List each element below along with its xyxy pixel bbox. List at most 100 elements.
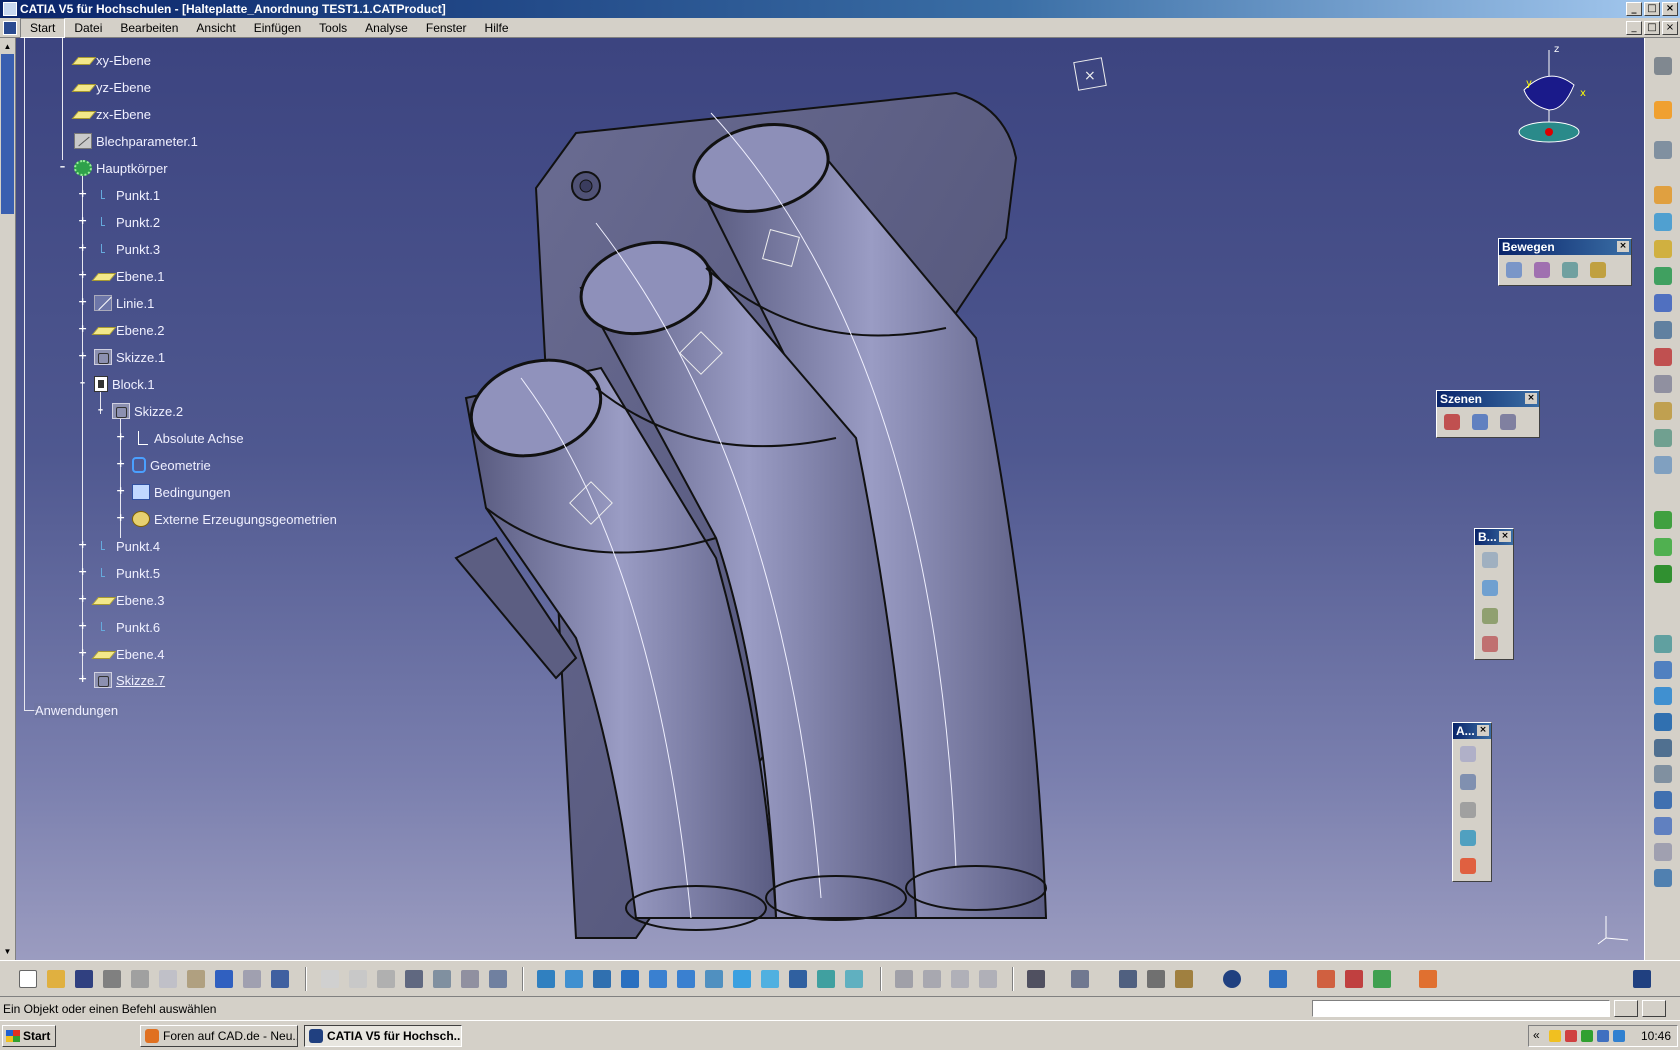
close-icon[interactable]: ×	[1499, 531, 1511, 542]
pan-icon[interactable]	[1502, 258, 1526, 282]
tree-node-applications[interactable]: Anwendungen	[34, 699, 120, 721]
tree-node-line-1[interactable]: Linie.1	[94, 292, 155, 314]
offset-icon[interactable]	[1651, 562, 1675, 586]
expand-icon[interactable]: +	[78, 188, 87, 199]
tree-node-external-geometry[interactable]: Externe Erzeugungsgeometrien	[132, 508, 338, 530]
menu-datei[interactable]: Datei	[65, 18, 111, 38]
coincidence-icon[interactable]	[1651, 508, 1675, 532]
menu-ansicht[interactable]: Ansicht	[187, 18, 244, 38]
new-component-icon[interactable]	[1651, 183, 1675, 207]
fly-mode-icon[interactable]	[534, 967, 558, 991]
multi-instantiation-icon[interactable]	[1651, 399, 1675, 423]
rotate-icon[interactable]	[1530, 258, 1554, 282]
normal-view-icon[interactable]	[702, 967, 726, 991]
fast-multi-instantiation-icon[interactable]	[1651, 426, 1675, 450]
compass-icon[interactable]: z y x	[1504, 40, 1594, 150]
tree-node-point-6[interactable]: Punkt.6	[94, 616, 161, 638]
tree-node-absolute-axis[interactable]: Absolute Achse	[132, 427, 245, 449]
update-all-icon[interactable]	[892, 967, 916, 991]
open-icon[interactable]	[44, 967, 68, 991]
help-icon[interactable]	[268, 967, 292, 991]
task-firefox[interactable]: Foren auf CAD.de - Neu...	[140, 1025, 298, 1047]
expand-icon[interactable]: +	[116, 485, 125, 496]
start-button[interactable]: Start	[2, 1025, 56, 1047]
reuse-pattern-icon[interactable]	[1651, 840, 1675, 864]
task-catia[interactable]: CATIA V5 für Hochsch...	[304, 1025, 462, 1047]
tree-node-plane-2[interactable]: Ebene.2	[94, 319, 165, 341]
grid-icon[interactable]	[1416, 967, 1440, 991]
menu-start[interactable]: Start	[20, 18, 66, 38]
doc-close-button[interactable]: ×	[1662, 21, 1678, 35]
tray-sun-icon[interactable]	[1549, 1030, 1561, 1042]
multi-view-icon[interactable]	[730, 967, 754, 991]
expand-icon[interactable]: +	[78, 350, 87, 361]
tray-display-icon[interactable]	[1613, 1030, 1625, 1042]
pattern-icon[interactable]	[1651, 866, 1675, 890]
constraint-icon[interactable]	[1651, 453, 1675, 477]
tree-node-yz-plane[interactable]: yz-Ebene	[74, 76, 152, 98]
tree-node-point-2[interactable]: Punkt.2	[94, 211, 161, 233]
3d-annotation-icon[interactable]	[1456, 826, 1480, 850]
replace-component-icon[interactable]	[1651, 291, 1675, 315]
save-icon[interactable]	[72, 967, 96, 991]
clock[interactable]: 10:46	[1641, 1029, 1671, 1043]
close-icon[interactable]: ×	[1617, 241, 1629, 252]
toolbar-szenen-title[interactable]: Szenen ×	[1437, 391, 1539, 407]
expand-icon[interactable]: +	[78, 539, 87, 550]
tree-node-point-3[interactable]: Punkt.3	[94, 238, 161, 260]
material-icon[interactable]	[1342, 967, 1366, 991]
toolbar-bewegen-title[interactable]: Bewegen ×	[1499, 239, 1631, 255]
menu-bearbeiten[interactable]: Bearbeiten	[111, 18, 187, 38]
tree-node-point-1[interactable]: Punkt.1	[94, 184, 161, 206]
measure-item-icon[interactable]	[1144, 967, 1168, 991]
copy-icon[interactable]	[156, 967, 180, 991]
apply-scene-icon[interactable]	[1496, 410, 1520, 434]
tree-node-plane-4[interactable]: Ebene.4	[94, 643, 165, 665]
knowledge-icon[interactable]	[374, 967, 398, 991]
sticky-note-icon[interactable]	[1456, 854, 1480, 878]
iso-view-icon[interactable]	[758, 967, 782, 991]
tree-node-geometry[interactable]: Geometrie	[132, 454, 212, 476]
cut-icon[interactable]	[128, 967, 152, 991]
tree-node-sketch-7[interactable]: Skizze.7	[94, 669, 167, 691]
tree-node-main-body[interactable]: Hauptkörper	[74, 157, 169, 179]
edit-scene-icon[interactable]	[1468, 410, 1492, 434]
snap-icon[interactable]	[1558, 258, 1582, 282]
forward-icon[interactable]	[920, 967, 944, 991]
numbering-icon[interactable]	[1651, 372, 1675, 396]
menu-hilfe[interactable]: Hilfe	[476, 18, 518, 38]
weld-symbol-icon[interactable]	[1456, 742, 1480, 766]
collapse-icon[interactable]: –	[58, 161, 67, 172]
menu-tools[interactable]: Tools	[310, 18, 356, 38]
select-arrow-icon[interactable]	[1651, 98, 1675, 122]
close-icon[interactable]: ×	[1477, 725, 1489, 736]
lock-icon[interactable]	[458, 967, 482, 991]
expand-icon[interactable]: +	[78, 269, 87, 280]
undo-icon[interactable]	[212, 967, 236, 991]
menu-einfuegen[interactable]: Einfügen	[245, 18, 310, 38]
tray-expand-icon[interactable]: «	[1533, 1028, 1540, 1042]
formula-icon[interactable]	[318, 967, 342, 991]
anchor-icon[interactable]	[1651, 736, 1675, 760]
fit-all-icon[interactable]	[562, 967, 586, 991]
apply-material-icon[interactable]	[1370, 967, 1394, 991]
tree-node-xy-plane[interactable]: xy-Ebene	[74, 49, 152, 71]
quick-constraint-icon[interactable]	[1651, 684, 1675, 708]
text-annotation-icon[interactable]	[1456, 770, 1480, 794]
component-icon[interactable]	[1478, 576, 1502, 600]
tray-network-icon[interactable]	[1581, 1030, 1593, 1042]
flexible-subassembly-icon[interactable]	[1651, 710, 1675, 734]
change-constraint-icon[interactable]	[1651, 814, 1675, 838]
fix-together-icon[interactable]	[1651, 658, 1675, 682]
new-product-icon[interactable]	[1651, 210, 1675, 234]
expand-icon[interactable]: +	[78, 242, 87, 253]
exploded-view-icon[interactable]	[1068, 967, 1092, 991]
tray-volume-icon[interactable]	[1597, 1030, 1609, 1042]
menu-analyse[interactable]: Analyse	[356, 18, 417, 38]
close-icon[interactable]: ×	[1525, 393, 1537, 404]
report-icon[interactable]	[1478, 632, 1502, 656]
tray-shield-icon[interactable]	[1565, 1030, 1577, 1042]
toolbar-a-title[interactable]: A... ×	[1453, 723, 1491, 739]
toolbar-b-title[interactable]: B... ×	[1475, 529, 1513, 545]
command-input[interactable]	[1312, 1000, 1610, 1017]
